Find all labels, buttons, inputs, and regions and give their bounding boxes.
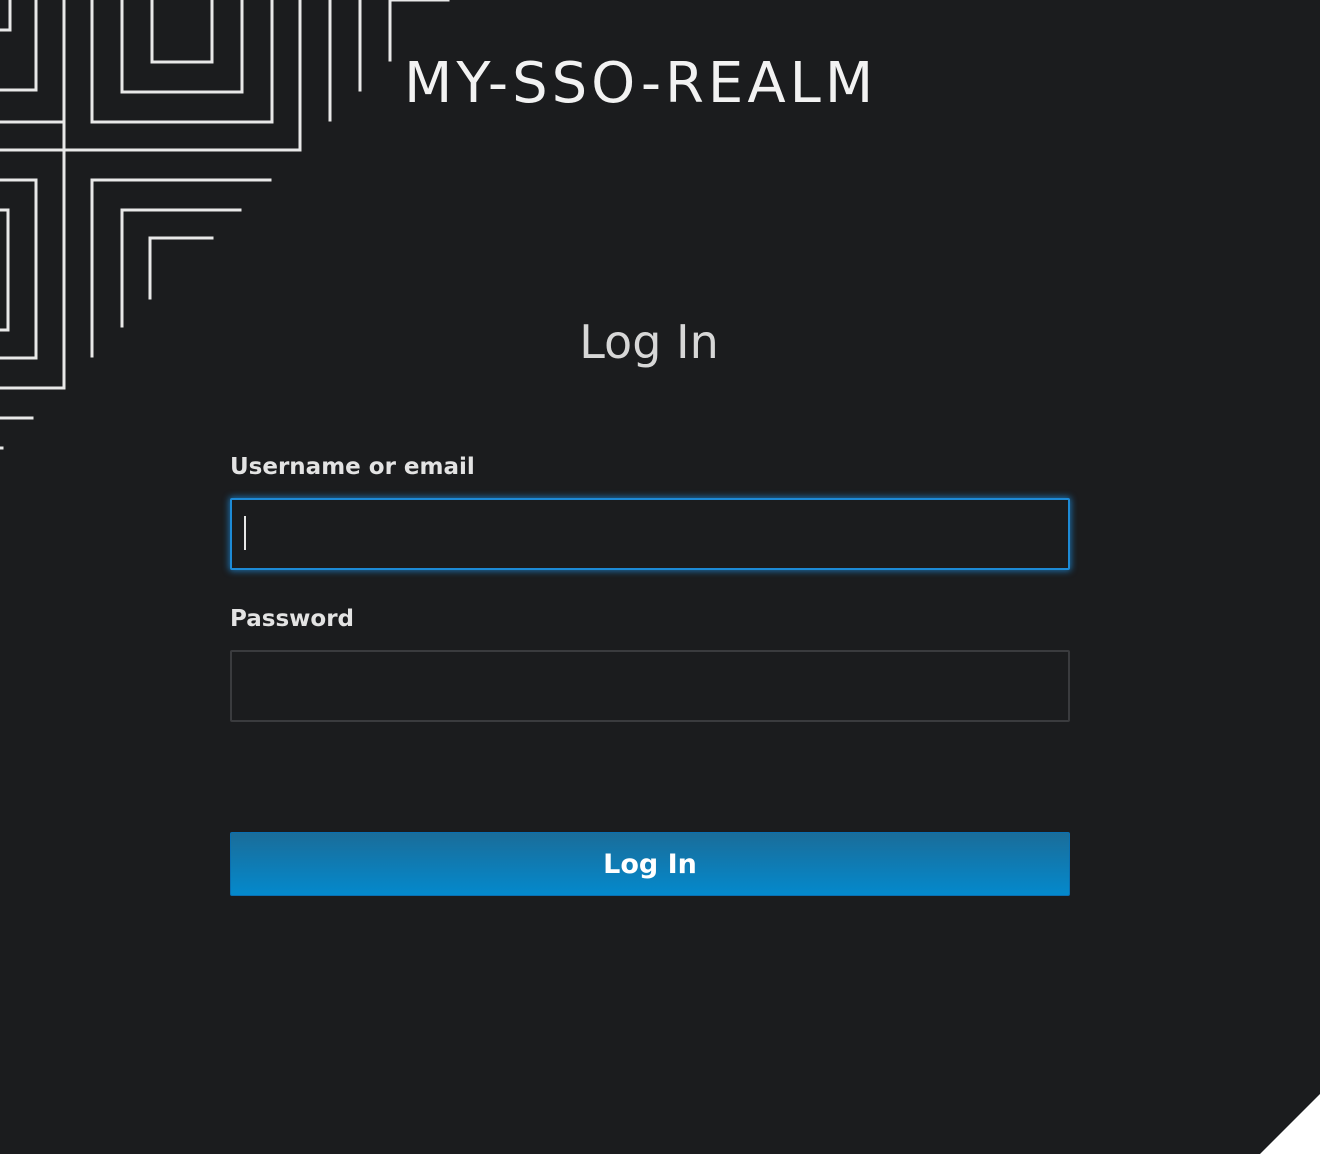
background-pattern <box>0 0 450 450</box>
username-input[interactable] <box>230 498 1070 570</box>
password-input[interactable] <box>230 650 1070 722</box>
corner-decoration <box>1260 1094 1320 1154</box>
password-label: Password <box>230 606 354 632</box>
text-cursor <box>244 516 246 550</box>
username-label: Username or email <box>230 454 475 480</box>
realm-title: MY-SSO-REALM <box>404 51 878 116</box>
login-button[interactable]: Log In <box>230 832 1070 896</box>
login-heading: Log In <box>579 315 719 369</box>
